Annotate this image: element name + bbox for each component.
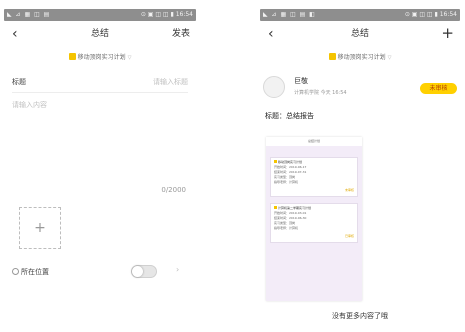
location-icon	[12, 268, 19, 275]
plan-selector[interactable]: 移动顶岗实习计划 ▽	[0, 53, 200, 63]
post-meta: 计算机学院 今天 16:54	[294, 90, 347, 96]
status-badge: 未审核	[420, 83, 457, 94]
location-label: 所在位置	[21, 268, 49, 276]
title-label: 标题	[12, 78, 26, 86]
chevron-down-icon: ▽	[387, 55, 392, 61]
plan-label: 移动顶岗实习计划	[337, 54, 386, 61]
status-icons-left: ◣ ⊿ ▦ ◫ ▤	[7, 11, 51, 18]
char-counter: 0/2000	[161, 186, 186, 194]
chevron-down-icon: ▽	[127, 55, 132, 61]
location-toggle[interactable]	[131, 265, 157, 278]
thumbnail-card: 移动顶岗实习计划 开始时间：2019-06-17 结束时间：2019-07-31…	[270, 157, 358, 197]
report-title[interactable]: 标题：总结报告	[265, 111, 314, 121]
user-name: 巨敬	[294, 77, 308, 85]
end-of-list-text: 没有更多内容了哦	[332, 312, 388, 320]
page-title: 总结	[350, 29, 369, 39]
thumbnail-header: 总结计划	[266, 137, 362, 146]
toggle-knob	[132, 266, 143, 277]
nav-bar: ‹ 总结 +	[256, 24, 464, 44]
card-line: 指导老师：计算机	[274, 180, 299, 184]
plan-tag-icon	[328, 53, 336, 60]
summary-list-screen: ◣ ⊿ ▦ ◫ ▤ ◧ ⊙ ▣ ◫ ◫ ▮ 16:54 ‹ 总结 + 移动顶岗实…	[256, 0, 464, 332]
plan-tag-icon	[68, 53, 76, 60]
status-bar: ◣ ⊿ ▦ ◫ ▤ ◧ ⊙ ▣ ◫ ◫ ▮ 16:54	[260, 9, 460, 21]
add-icon[interactable]: +	[441, 24, 454, 42]
page-title: 总结	[90, 29, 109, 39]
status-icons-left: ◣ ⊿ ▦ ◫ ▤ ◧	[263, 11, 316, 18]
title-field[interactable]: 标题 请输入标题	[12, 76, 188, 88]
status-icons-right: ⊙ ▣ ◫ ◫ ▮ 16:54	[140, 11, 193, 18]
add-image-button[interactable]: +	[19, 207, 61, 249]
status-icons-right: ⊙ ▣ ◫ ◫ ▮ 16:54	[404, 11, 457, 18]
card-line: 指导老师：计算机	[274, 226, 299, 230]
attachment-thumbnail[interactable]: 总结计划 移动顶岗实习计划 开始时间：2019-06-17 结束时间：2019-…	[266, 137, 362, 301]
card-status: 已审核	[344, 234, 354, 238]
publish-button[interactable]: 发表	[172, 26, 190, 42]
location-row: 所在位置	[12, 266, 49, 278]
status-bar: ◣ ⊿ ▦ ◫ ▤ ⊙ ▣ ◫ ◫ ▮ 16:54	[4, 9, 196, 21]
compose-screen: ◣ ⊿ ▦ ◫ ▤ ⊙ ▣ ◫ ◫ ▮ 16:54 ‹ 总结 发表 移动顶岗实习…	[0, 0, 200, 332]
card-status: 未审核	[344, 188, 354, 192]
chevron-right-icon[interactable]: ›	[176, 265, 179, 274]
divider	[12, 92, 188, 93]
plan-selector[interactable]: 移动顶岗实习计划 ▽	[256, 53, 464, 63]
nav-bar: ‹ 总结 发表	[0, 26, 200, 44]
avatar[interactable]	[263, 76, 285, 98]
screenshot-root: ◣ ⊿ ▦ ◫ ▤ ⊙ ▣ ◫ ◫ ▮ 16:54 ‹ 总结 发表 移动顶岗实习…	[0, 0, 465, 332]
thumbnail-card: 计算机第二学期实习计划 开始时间：2019-03-01 结束时间：2019-06…	[270, 203, 358, 243]
plan-label: 移动顶岗实习计划	[77, 54, 126, 61]
title-input[interactable]: 请输入标题	[153, 76, 188, 88]
content-input[interactable]: 请输入内容	[12, 100, 47, 110]
